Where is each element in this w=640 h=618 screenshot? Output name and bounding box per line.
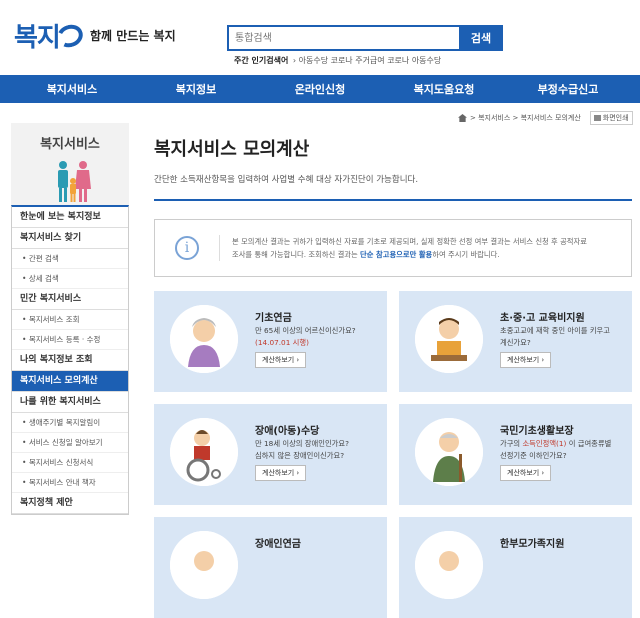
notice-line-2a: 조사를 통해 가능합니다. 조회하신 결과는 <box>232 250 361 259</box>
card-title: 기초연금 <box>255 313 292 324</box>
notice-line-1: 본 모의계산 결과는 귀하가 입력하신 자료를 기초로 제공되며, 실제 정확한… <box>232 237 587 246</box>
sidebar-subitem[interactable]: 복지서비스 안내 책자 <box>12 473 128 493</box>
notice-text: 본 모의계산 결과는 귀하가 입력하신 자료를 기초로 제공되며, 실제 정확한… <box>219 235 587 261</box>
notice-box: i 본 모의계산 결과는 귀하가 입력하신 자료를 기초로 제공되며, 실제 정… <box>154 219 632 277</box>
card-title: 한부모가족지원 <box>500 539 565 550</box>
card-desc-line: 만 65세 이상의 어르신이신가요? <box>255 326 356 335</box>
sidebar-subitem[interactable]: 복지서비스 신청서식 <box>12 453 128 473</box>
notice-highlight: 단순 참고용으로만 활용 <box>360 250 433 259</box>
elderly-woman-icon <box>170 305 238 373</box>
sidebar-subitem[interactable]: 생애주기별 복지알림이 <box>12 413 128 433</box>
nav-item-welfare-info[interactable]: 복지정보 <box>136 81 256 97</box>
breadcrumb-path: > 복지서비스 > 복지서비스 모의계산 <box>470 114 581 122</box>
card-title: 장애(아동)수당 <box>255 426 320 437</box>
sidebar-menu: 한눈에 보는 복지정보 복지서비스 찾기 간편 검색 상세 검색 민간 복지서비… <box>11 205 129 515</box>
popular-items[interactable]: 아동수당 코로나 주거급여 코로나 아동수당 <box>299 56 442 65</box>
card-single-parent[interactable]: 한부모가족지원 <box>399 517 632 618</box>
popular-keywords: 주간 인기검색어 › 아동수당 코로나 주거급여 코로나 아동수당 <box>234 56 442 65</box>
search-input[interactable] <box>227 25 459 51</box>
calculate-button[interactable]: 계산하보기 <box>500 465 552 481</box>
sidebar-subitem[interactable]: 간편 검색 <box>12 249 128 269</box>
nav-item-help-request[interactable]: 복지도움요청 <box>384 81 504 97</box>
calculate-button[interactable]: 계산하보기 <box>255 352 307 368</box>
card-desc-line: 만 18세 이상의 장애인인가요? <box>255 439 349 448</box>
card-title: 국민기초생활보장 <box>500 426 574 437</box>
card-description: 만 18세 이상의 장애인인가요? 심하지 않은 장애인이신가요? <box>255 438 383 462</box>
sidebar-item[interactable]: 나의 복지정보 조회 <box>12 350 128 371</box>
main-content: 복지서비스 모의계산 간단한 소득재산항목을 입력하여 사업별 수혜 대상 자가… <box>154 123 632 618</box>
page-description: 간단한 소득재산항목을 입력하여 사업별 수혜 대상 자가진단이 가능합니다. <box>154 175 419 185</box>
card-description: 초중고교에 재학 중인 아이를 키우고 계신가요? <box>500 325 628 349</box>
family-icon <box>58 161 91 202</box>
sidebar-item[interactable]: 복지서비스 찾기 <box>12 228 128 249</box>
nav-item-welfare-service[interactable]: 복지서비스 <box>12 81 132 97</box>
sidebar-header: 복지서비스 <box>11 123 129 205</box>
card-desc-line: 이 급여종류별 <box>566 439 612 448</box>
disability-pension-icon <box>170 531 238 599</box>
card-education-support[interactable]: 초·중·고 교육비지원 초중고교에 재학 중인 아이를 키우고 계신가요? 계산… <box>399 291 632 392</box>
card-desc-line: 계신가요? <box>500 338 531 347</box>
popular-label: 주간 인기검색어 <box>234 56 289 65</box>
card-desc-highlight: 소득인정액(1) <box>522 439 567 448</box>
sidebar-title: 복지서비스 <box>40 137 100 152</box>
search-bar: 검색 <box>227 25 503 51</box>
calculate-button[interactable]: 계산하보기 <box>255 465 307 481</box>
print-label: 화면인쇄 <box>602 114 629 122</box>
wheelchair-user-icon <box>170 418 238 486</box>
page-title: 복지서비스 모의계산 <box>154 139 310 160</box>
card-desc-line: 선정기준 이하인가요? <box>500 451 567 460</box>
info-icon: i <box>175 236 199 260</box>
card-desc-line: 초중고교에 재학 중인 아이를 키우고 <box>500 326 610 335</box>
card-desc-line: 가구의 <box>500 439 523 448</box>
card-basic-livelihood[interactable]: 국민기초생활보장 가구의 소득인정액(1) 이 급여종류별 선정기준 이하인가요… <box>399 404 632 505</box>
card-description: 만 65세 이상의 어르신이신가요? (14.07.01 시행) <box>255 325 383 349</box>
title-divider <box>154 199 632 201</box>
card-disability-pension[interactable]: 장애인연금 <box>154 517 387 618</box>
nav-item-fraud-report[interactable]: 부정수급신고 <box>508 81 628 97</box>
calculator-cards: 기초연금 만 65세 이상의 어르신이신가요? (14.07.01 시행) 계산… <box>154 291 632 618</box>
card-description: 가구의 소득인정액(1) 이 급여종류별 선정기준 이하인가요? <box>500 438 628 462</box>
sidebar-item[interactable]: 민간 복지서비스 <box>12 289 128 310</box>
card-desc-line: 심하지 않은 장애인이신가요? <box>255 451 345 460</box>
sidebar-subitem[interactable]: 서비스 신청일 알아보기 <box>12 433 128 453</box>
card-disability-allowance[interactable]: 장애(아동)수당 만 18세 이상의 장애인인가요? 심하지 않은 장애인이신가… <box>154 404 387 505</box>
print-icon <box>593 115 601 121</box>
site-logo[interactable]: 복지 <box>14 17 86 54</box>
card-title: 초·중·고 교육비지원 <box>500 313 585 324</box>
sidebar: 복지서비스 한눈에 보는 복지정보 복지서비스 찾기 간편 검색 상세 검색 민… <box>11 123 129 515</box>
sidebar-item[interactable]: 나를 위한 복지서비스 <box>12 392 128 413</box>
calculate-button[interactable]: 계산하보기 <box>500 352 552 368</box>
site-header: 복지 함께 만드는 복지 검색 주간 인기검색어 › 아동수당 코로나 주거급여… <box>0 0 640 75</box>
card-basic-pension[interactable]: 기초연금 만 65세 이상의 어르신이신가요? (14.07.01 시행) 계산… <box>154 291 387 392</box>
elderly-man-icon <box>415 418 483 486</box>
sidebar-item[interactable]: 한눈에 보는 복지정보 <box>12 207 128 228</box>
card-desc-highlight: (14.07.01 시행) <box>255 338 309 347</box>
sidebar-item[interactable]: 복지정책 제안 <box>12 493 128 514</box>
sidebar-item-active[interactable]: 복지서비스 모의계산 <box>12 371 128 392</box>
card-title: 장애인연금 <box>255 539 301 550</box>
sidebar-subitem[interactable]: 복지서비스 등록 · 수정 <box>12 330 128 350</box>
sidebar-subitem[interactable]: 복지서비스 조회 <box>12 310 128 330</box>
logo-text: 복지 <box>14 23 61 53</box>
sidebar-subitem[interactable]: 상세 검색 <box>12 269 128 289</box>
notice-line-2c: 하여 주시기 바랍니다. <box>432 250 500 259</box>
main-nav: 복지서비스 복지정보 온라인신청 복지도움요청 부정수급신고 <box>0 75 640 103</box>
slogan: 함께 만드는 복지 <box>90 29 176 43</box>
nav-item-online-apply[interactable]: 온라인신청 <box>260 81 380 97</box>
single-parent-icon <box>415 531 483 599</box>
student-icon <box>415 305 483 373</box>
home-icon[interactable] <box>458 114 467 122</box>
search-button[interactable]: 검색 <box>459 25 503 51</box>
